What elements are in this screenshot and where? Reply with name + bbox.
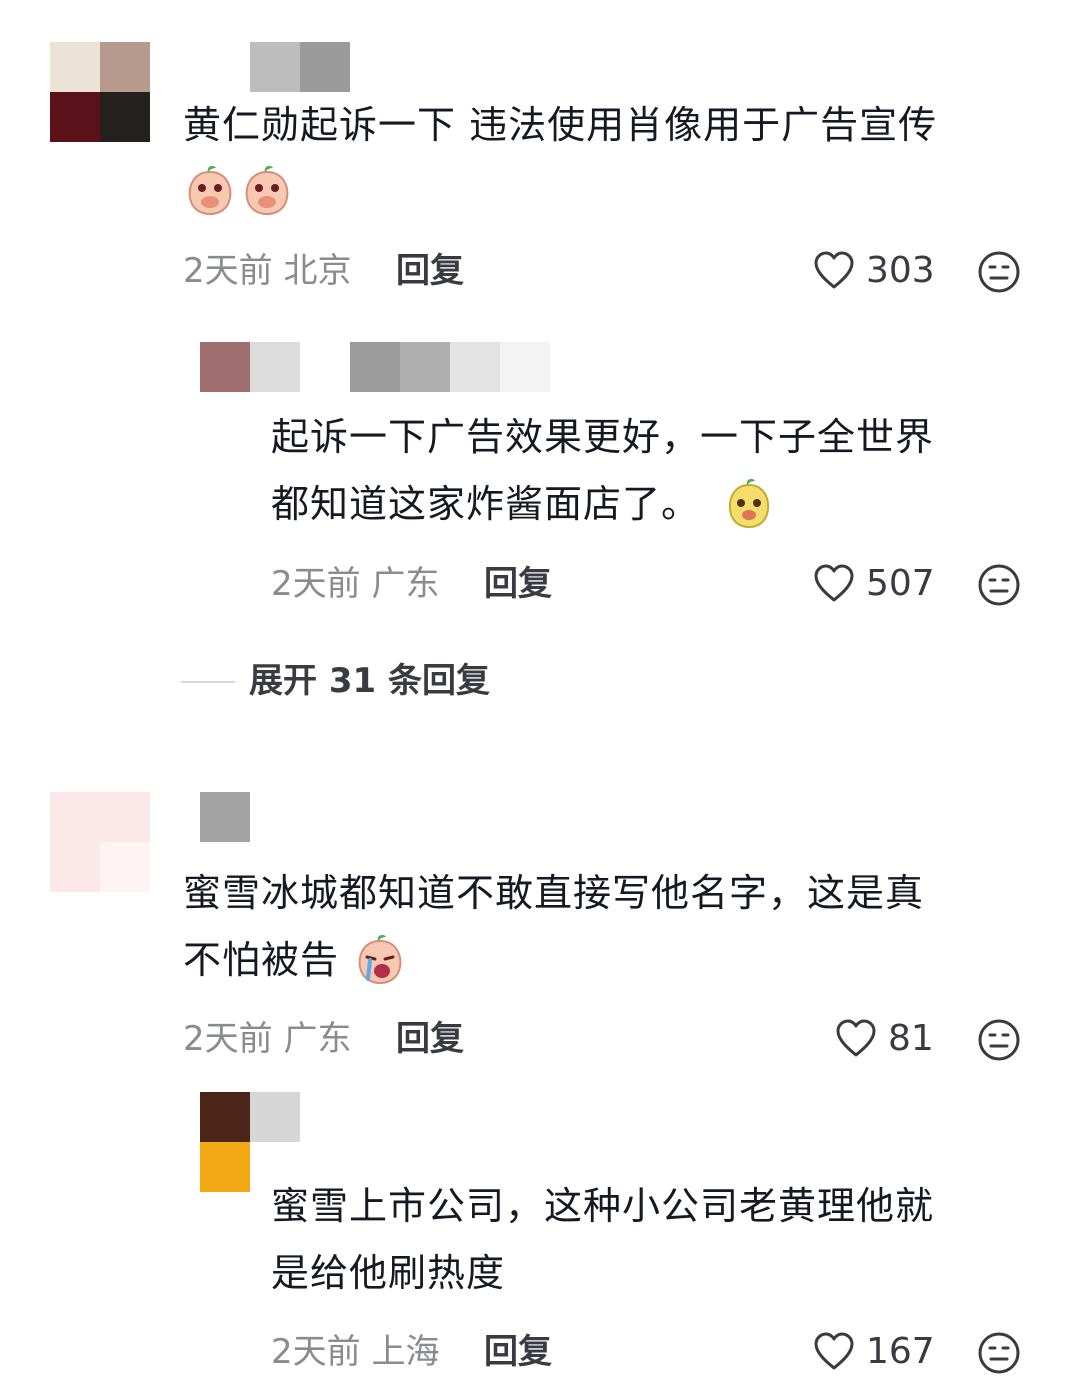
comment-meta: 2天前 北京 <box>183 251 351 291</box>
username[interactable] <box>350 342 550 392</box>
peach-crying-emoji <box>358 934 402 984</box>
emoji-row <box>184 164 293 220</box>
like-count: 303 <box>866 250 935 291</box>
like-count: 167 <box>866 1331 935 1372</box>
reply-button[interactable]: 回复 <box>396 251 464 291</box>
meh-face-icon[interactable] <box>977 563 1021 607</box>
username[interactable] <box>200 792 250 842</box>
comment-meta: 2天前 广东 <box>183 1019 351 1059</box>
meh-face-icon[interactable] <box>977 1331 1021 1375</box>
reply-meta: 2天前 广东 <box>271 564 439 604</box>
comment-time: 2天前 <box>183 251 273 291</box>
avatar[interactable] <box>50 42 150 142</box>
meh-face-icon[interactable] <box>977 1018 1021 1062</box>
reply-location: 上海 <box>371 1332 440 1372</box>
heart-outline-icon[interactable] <box>812 250 856 290</box>
heart-outline-icon[interactable] <box>812 1331 856 1371</box>
reply-button[interactable]: 回复 <box>484 1332 552 1372</box>
reply-text: 起诉一下广告效果更好，一下子全世界 都知道这家炸酱面店了。 <box>271 404 934 538</box>
reply-button[interactable]: 回复 <box>484 564 552 604</box>
expand-replies-label[interactable]: 展开 31 条回复 <box>249 661 490 701</box>
avatar[interactable] <box>50 792 150 892</box>
heart-outline-icon[interactable] <box>812 563 856 603</box>
comment-location: 北京 <box>283 251 352 291</box>
like-count: 81 <box>888 1018 934 1059</box>
peach-cover-mouth-emoji <box>245 165 289 216</box>
comment-time: 2天前 <box>183 1019 273 1059</box>
username[interactable] <box>250 42 350 92</box>
reply-text: 蜜雪上市公司，这种小公司老黄理他就 是给他刷热度 <box>271 1184 935 1295</box>
reply-time: 2天前 <box>271 1332 361 1372</box>
avatar[interactable] <box>200 342 300 392</box>
meh-face-icon[interactable] <box>977 250 1021 294</box>
heart-outline-icon[interactable] <box>834 1018 878 1058</box>
divider <box>181 681 235 683</box>
comment-location: 广东 <box>283 1019 352 1059</box>
reply-meta: 2天前 上海 <box>271 1332 439 1372</box>
comment-text: 蜜雪冰城都知道不敢直接写他名字，这是真 不怕被告 <box>183 860 924 994</box>
comment-text: 黄仁勋起诉一下 违法使用肖像用于广告宣传 <box>183 103 938 147</box>
like-count: 507 <box>866 563 935 604</box>
reply-time: 2天前 <box>271 564 361 604</box>
yellow-smirk-emoji <box>729 478 770 528</box>
reply-button[interactable]: 回复 <box>396 1019 464 1059</box>
peach-cover-mouth-emoji <box>188 165 232 216</box>
reply-location: 广东 <box>371 564 440 604</box>
